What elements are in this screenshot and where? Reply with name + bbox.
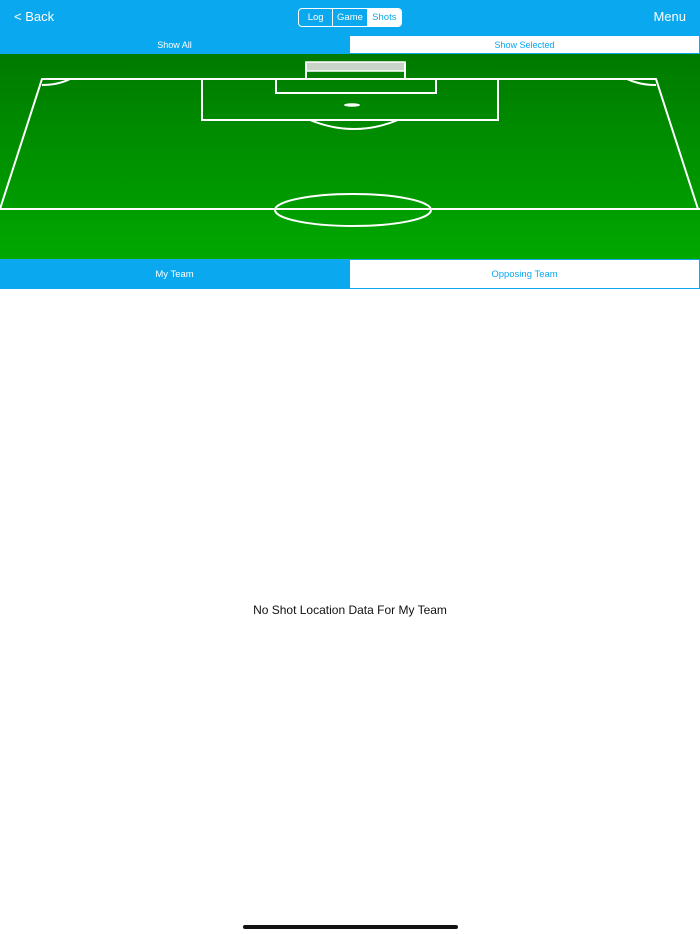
view-segmented-control: Log Game Shots xyxy=(298,8,402,27)
empty-state-message: No Shot Location Data For My Team xyxy=(253,603,447,617)
segment-shots[interactable]: Shots xyxy=(366,9,401,26)
menu-button[interactable]: Menu xyxy=(653,9,686,24)
penalty-spot xyxy=(344,103,360,107)
shot-filter-toggle: Show All Show Selected xyxy=(0,35,700,54)
nav-bar: < Back Log Game Shots Menu xyxy=(0,0,700,35)
segment-log[interactable]: Log xyxy=(299,9,332,26)
show-selected-button[interactable]: Show Selected xyxy=(349,35,700,54)
pitch-grass xyxy=(0,54,700,259)
home-indicator[interactable] xyxy=(243,925,458,929)
my-team-button[interactable]: My Team xyxy=(0,259,349,289)
goal-net xyxy=(305,61,406,72)
segment-game[interactable]: Game xyxy=(332,9,366,26)
opposing-team-button[interactable]: Opposing Team xyxy=(349,259,700,289)
soccer-pitch[interactable] xyxy=(0,54,700,259)
show-all-button[interactable]: Show All xyxy=(0,35,349,54)
back-button[interactable]: < Back xyxy=(14,9,54,24)
team-toggle: My Team Opposing Team xyxy=(0,259,700,289)
